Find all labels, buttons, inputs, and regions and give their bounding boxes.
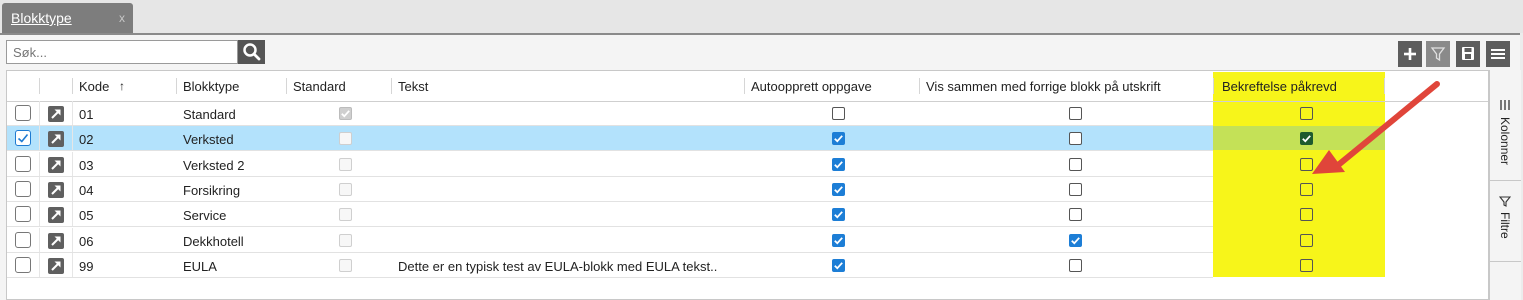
cell-kode: 01 — [79, 107, 94, 122]
table-row[interactable]: 04 Forsikring — [7, 176, 1213, 202]
vis-sammen-checkbox[interactable] — [1069, 157, 1082, 171]
selected-row-highlight — [1213, 126, 1385, 151]
autoopprett-checkbox[interactable] — [832, 132, 845, 146]
row-select-checkbox[interactable] — [15, 105, 31, 121]
header-kode[interactable]: Kode — [79, 79, 109, 94]
standard-checkbox — [339, 233, 352, 247]
plus-icon — [1404, 48, 1416, 60]
table-row[interactable]: 03 Verksted 2 — [7, 151, 1213, 177]
autoopprett-checkbox[interactable] — [832, 157, 845, 171]
header-standard[interactable]: Standard — [293, 79, 346, 94]
cell-tekst: Dette er en typisk test av EULA-blokk me… — [398, 258, 718, 274]
open-record-icon[interactable] — [48, 131, 64, 148]
table-row[interactable]: 99 EULA Dette er en typisk test av EULA-bl… — [7, 252, 1213, 278]
cell-kode: 99 — [79, 258, 94, 274]
row-select-checkbox[interactable] — [15, 256, 31, 273]
open-record-icon[interactable] — [48, 232, 64, 249]
autoopprett-checkbox[interactable] — [832, 182, 845, 196]
bekreftelse-checkbox[interactable] — [1300, 208, 1313, 222]
standard-checkbox — [339, 157, 352, 171]
sort-asc-icon: ↑ — [119, 79, 125, 93]
bekreftelse-checkbox[interactable] — [1300, 157, 1313, 171]
filter-icon — [1430, 47, 1446, 62]
autoopprett-checkbox[interactable] — [832, 233, 845, 247]
grid-header: Kode ↑ Blokktype Standard Tekst Autooppr… — [7, 71, 1488, 102]
cell-blokktype: Verksted 2 — [183, 157, 245, 173]
vis-sammen-checkbox[interactable] — [1069, 182, 1082, 196]
bekreftelse-checkbox[interactable] — [1300, 132, 1313, 146]
open-record-icon[interactable] — [48, 181, 64, 198]
header-vis-sammen[interactable]: Vis sammen med forrige blokk på utskrift — [926, 79, 1161, 94]
vis-sammen-checkbox[interactable] — [1069, 258, 1082, 272]
open-record-icon[interactable] — [48, 156, 64, 173]
cell-kode: 05 — [79, 208, 94, 224]
open-record-icon[interactable] — [48, 106, 64, 122]
header-tekst[interactable]: Tekst — [398, 79, 428, 94]
add-button[interactable] — [1398, 41, 1422, 67]
cell-blokktype: Service — [183, 208, 227, 224]
search-button[interactable] — [238, 40, 265, 64]
cell-blokktype: Dekkhotell — [183, 233, 244, 249]
filter-label: Filtre — [1498, 212, 1512, 239]
tab-strip: Blokktype x — [0, 0, 1523, 33]
vis-sammen-checkbox[interactable] — [1069, 233, 1082, 247]
autoopprett-checkbox[interactable] — [832, 258, 845, 272]
tab-close-icon[interactable]: x — [119, 11, 125, 25]
cell-kode: 06 — [79, 233, 94, 249]
header-blokktype[interactable]: Blokktype — [183, 79, 239, 94]
autoopprett-checkbox[interactable] — [832, 208, 845, 222]
cell-kode: 04 — [79, 182, 94, 198]
filter-icon — [1499, 196, 1511, 207]
row-select-checkbox[interactable] — [15, 231, 31, 248]
row-select-checkbox[interactable] — [15, 155, 31, 172]
autoopprett-checkbox[interactable] — [832, 107, 845, 120]
header-bekreftelse[interactable]: Bekreftelse påkrevd — [1222, 79, 1337, 94]
save-button[interactable] — [1456, 41, 1480, 67]
tab-title[interactable]: Blokktype — [11, 10, 72, 26]
header-autoopprett[interactable]: Autoopprett oppgave — [751, 79, 872, 94]
standard-checkbox — [339, 107, 352, 120]
search-icon — [243, 43, 261, 61]
menu-button[interactable] — [1486, 41, 1510, 67]
filter-panel-toggle[interactable]: Filtre — [1490, 181, 1521, 262]
cell-blokktype: Verksted — [183, 132, 234, 148]
table-row[interactable]: 05 Service — [7, 202, 1213, 228]
cell-kode: 03 — [79, 157, 94, 173]
standard-checkbox — [339, 182, 352, 196]
columns-panel-toggle[interactable]: Kolonner — [1490, 70, 1521, 181]
main-panel: Kode ↑ Blokktype Standard Tekst Autooppr… — [0, 33, 1521, 300]
save-icon — [1462, 47, 1474, 60]
vis-sammen-checkbox[interactable] — [1069, 208, 1082, 222]
vis-sammen-checkbox[interactable] — [1069, 107, 1082, 120]
columns-icon — [1500, 100, 1510, 110]
table-row[interactable]: 06 Dekkhotell — [7, 227, 1213, 253]
standard-checkbox — [339, 208, 352, 222]
standard-checkbox — [339, 258, 352, 272]
side-panel: Kolonner Filtre — [1489, 70, 1521, 300]
bekreftelse-checkbox[interactable] — [1300, 233, 1313, 247]
tab-blokktype[interactable]: Blokktype x — [2, 3, 133, 33]
bekreftelse-checkbox[interactable] — [1300, 258, 1313, 272]
table-row[interactable]: 02 Verksted — [7, 126, 1213, 152]
menu-icon — [1491, 49, 1505, 59]
cell-blokktype: Forsikring — [183, 182, 241, 198]
cell-blokktype: Standard — [183, 107, 236, 122]
cell-kode: 02 — [79, 132, 94, 148]
open-record-icon[interactable] — [48, 257, 64, 274]
row-select-checkbox[interactable] — [15, 206, 31, 223]
data-grid: Kode ↑ Blokktype Standard Tekst Autooppr… — [6, 70, 1489, 300]
filter-button[interactable] — [1426, 41, 1450, 67]
vis-sammen-checkbox[interactable] — [1069, 132, 1082, 146]
bekreftelse-checkbox[interactable] — [1300, 182, 1313, 196]
cell-blokktype: EULA — [183, 258, 217, 274]
table-row[interactable]: 01 Standard — [7, 101, 1213, 126]
columns-label: Kolonner — [1498, 117, 1512, 166]
row-select-checkbox[interactable] — [15, 130, 31, 147]
bekreftelse-checkbox[interactable] — [1300, 107, 1313, 120]
search-input[interactable] — [6, 40, 238, 64]
open-record-icon[interactable] — [48, 207, 64, 224]
standard-checkbox — [339, 132, 352, 146]
highlight-column — [1213, 72, 1385, 277]
row-select-checkbox[interactable] — [15, 180, 31, 197]
